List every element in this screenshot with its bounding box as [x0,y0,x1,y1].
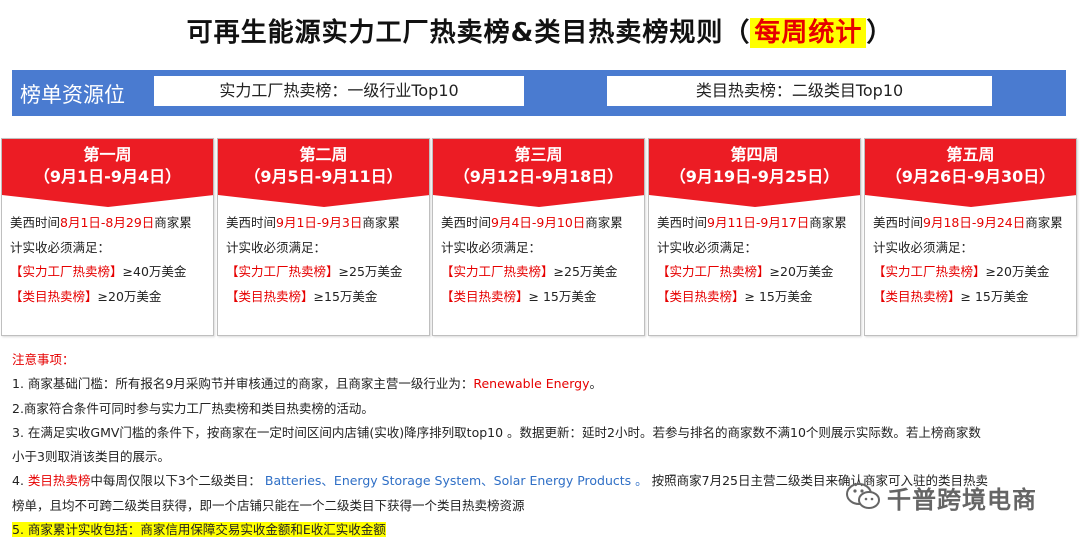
week-name: 第三周 [514,145,563,164]
week-body: 美西时间9月18日-9月24日商家累 计实收必须满足： 【实力工厂热卖榜】≥20… [865,195,1076,309]
week-name: 第四周 [730,145,779,164]
category-label: 【类目热卖榜】 [10,288,98,304]
requirement-line: 计实收必须满足： [10,239,111,255]
category-label: 【类目热卖榜】 [657,288,745,304]
week-name: 第二周 [299,145,348,164]
header-arrow [649,195,861,207]
week-dates: （9月26日-9月30日） [885,167,1056,186]
header-arrow [218,195,430,207]
title-highlight: 每周统计 [750,18,867,48]
week-card-1: 第一周 （9月1日-9月4日） 美西时间8月1日-8月29日商家累 计实收必须满… [1,138,214,336]
week-name: 第五周 [946,145,995,164]
week-header: 第五周 （9月26日-9月30日） [865,139,1076,195]
factory-label: 【实力工厂热卖榜】 [10,264,123,279]
week-body: 美西时间9月4日-9月10日商家累 计实收必须满足： 【实力工厂热卖榜】≥25万… [433,195,644,309]
week-period: 9月1日-9月3日 [276,215,363,230]
time-prefix: 美西时间 [226,215,277,230]
week-dates: （9月12日-9月18日） [453,167,624,186]
header-arrow [2,195,214,207]
category-value: ≥20万美金 [97,288,162,304]
week-body: 美西时间8月1日-8月29日商家累 计实收必须满足： 【实力工厂热卖榜】≥40万… [2,195,213,309]
time-suffix: 商家累 [1025,215,1063,230]
title-main: 可再生能源实力工厂热卖榜&类目热卖榜规则（ [186,18,751,48]
week-dates: （9月19日-9月25日） [669,167,840,186]
requirement-line: 计实收必须满足： [873,239,974,255]
category-value: ≥ 15万美金 [744,288,813,304]
week-header: 第二周 （9月5日-9月11日） [218,139,429,195]
note-4-text: 中每周仅限以下3个二级类目： [90,473,261,489]
week-dates: （9月5日-9月11日） [244,167,403,186]
factory-label: 【实力工厂热卖榜】 [226,264,339,279]
note-4-highlight: 类目热卖榜 [27,473,91,489]
header-arrow [433,195,645,207]
time-prefix: 美西时间 [10,215,61,230]
requirement-line: 计实收必须满足： [226,239,327,255]
note-1: 1. 商家基础门槛：所有报名9月采购节并审核通过的商家，且商家主营一级行业为：R… [12,372,1062,396]
factory-value: ≥20万美金 [985,264,1050,279]
category-value: ≥ 15万美金 [528,288,597,304]
category-label: 【类目热卖榜】 [226,288,314,304]
factory-value: ≥20万美金 [769,264,834,279]
note-1-end: 。 [589,376,603,392]
note-3a: 3. 在满足实收GMV门槛的条件下，按商家在一定时间区间内店铺(实收)降序排列取… [12,424,981,440]
factory-label: 【实力工厂热卖榜】 [873,264,986,279]
title-close: ） [866,18,894,48]
category-label: 【类目热卖榜】 [441,288,529,304]
note-1-industry: Renewable Energy [473,376,590,392]
time-prefix: 美西时间 [657,215,708,230]
factory-value: ≥25万美金 [338,264,403,279]
note-1-text: 1. 商家基础门槛：所有报名9月采购节并审核通过的商家，且商家主营一级行业为： [12,376,474,392]
week-body: 美西时间9月1日-9月3日商家累 计实收必须满足： 【实力工厂热卖榜】≥25万美… [218,195,429,309]
time-suffix: 商家累 [154,215,192,230]
watermark-text: 千普跨境电商 [887,485,1037,514]
week-card-2: 第二周 （9月5日-9月11日） 美西时间9月1日-9月3日商家累 计实收必须满… [217,138,430,336]
header-arrow [865,195,1077,207]
time-prefix: 美西时间 [873,215,924,230]
resource-box-category: 类目热卖榜：二级类目Top10 [607,76,992,106]
time-suffix: 商家累 [362,215,400,230]
week-header: 第三周 （9月12日-9月18日） [433,139,644,195]
note-5: 5. 商家累计实收包括：商家信用保障交易实收金额和E收汇实收金额 [12,522,386,538]
time-suffix: 商家累 [809,215,847,230]
week-period: 9月4日-9月10日 [491,215,586,230]
week-period: 9月18日-9月24日 [923,215,1026,230]
page-title: 可再生能源实力工厂热卖榜&类目热卖榜规则（ 每周统计） [0,12,1080,49]
week-header: 第一周 （9月1日-9月4日） [2,139,213,195]
time-prefix: 美西时间 [441,215,492,230]
category-value: ≥ 15万美金 [960,288,1029,304]
note-4-categories: Batteries、Energy Storage System、Solar En… [264,473,648,489]
factory-label: 【实力工厂热卖榜】 [441,264,554,279]
week-period: 8月1日-8月29日 [60,215,155,230]
factory-value: ≥40万美金 [122,264,187,279]
note-2: 2.商家符合条件可同时参与实力工厂热卖榜和类目热卖榜的活动。 [12,400,374,416]
note-4-num: 4. [12,473,28,489]
factory-value: ≥25万美金 [553,264,618,279]
note-3b: 小于3则取消该类目的展示。 [12,449,170,465]
category-value: ≥15万美金 [313,288,378,304]
week-card-3: 第三周 （9月12日-9月18日） 美西时间9月4日-9月10日商家累 计实收必… [432,138,645,336]
week-card-4: 第四周 （9月19日-9月25日） 美西时间9月11日-9月17日商家累 计实收… [648,138,861,336]
category-label: 【类目热卖榜】 [873,288,961,304]
factory-label: 【实力工厂热卖榜】 [657,264,770,279]
resource-box-factory: 实力工厂热卖榜：一级行业Top10 [154,76,524,106]
requirement-line: 计实收必须满足： [657,239,758,255]
resource-bar: 榜单资源位 实力工厂热卖榜：一级行业Top10 类目热卖榜：二级类目Top10 [12,70,1066,116]
wechat-icon [846,483,880,509]
week-card-5: 第五周 （9月26日-9月30日） 美西时间9月18日-9月24日商家累 计实收… [864,138,1077,336]
week-dates: （9月1日-9月4日） [33,167,182,186]
resource-bar-label: 榜单资源位 [20,83,125,107]
week-period: 9月11日-9月17日 [707,215,810,230]
watermark: 千普跨境电商 [845,482,1037,514]
requirement-line: 计实收必须满足： [441,239,542,255]
week-name: 第一周 [83,145,132,164]
week-header: 第四周 （9月19日-9月25日） [649,139,860,195]
notes-heading: 注意事项： [12,352,75,367]
time-suffix: 商家累 [585,215,623,230]
week-body: 美西时间9月11日-9月17日商家累 计实收必须满足： 【实力工厂热卖榜】≥20… [649,195,860,309]
